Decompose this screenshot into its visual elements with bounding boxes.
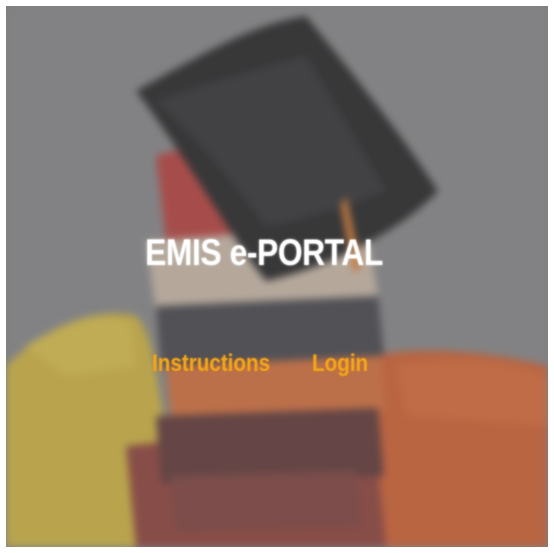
page-frame: EMIS e-PORTAL Instructions Login — [0, 0, 554, 553]
dim-overlay — [6, 6, 548, 547]
instructions-link[interactable]: Instructions — [152, 350, 270, 378]
hero-background: EMIS e-PORTAL Instructions Login — [6, 6, 548, 547]
portal-title: EMIS e-PORTAL — [145, 232, 383, 273]
login-link[interactable]: Login — [312, 350, 368, 378]
